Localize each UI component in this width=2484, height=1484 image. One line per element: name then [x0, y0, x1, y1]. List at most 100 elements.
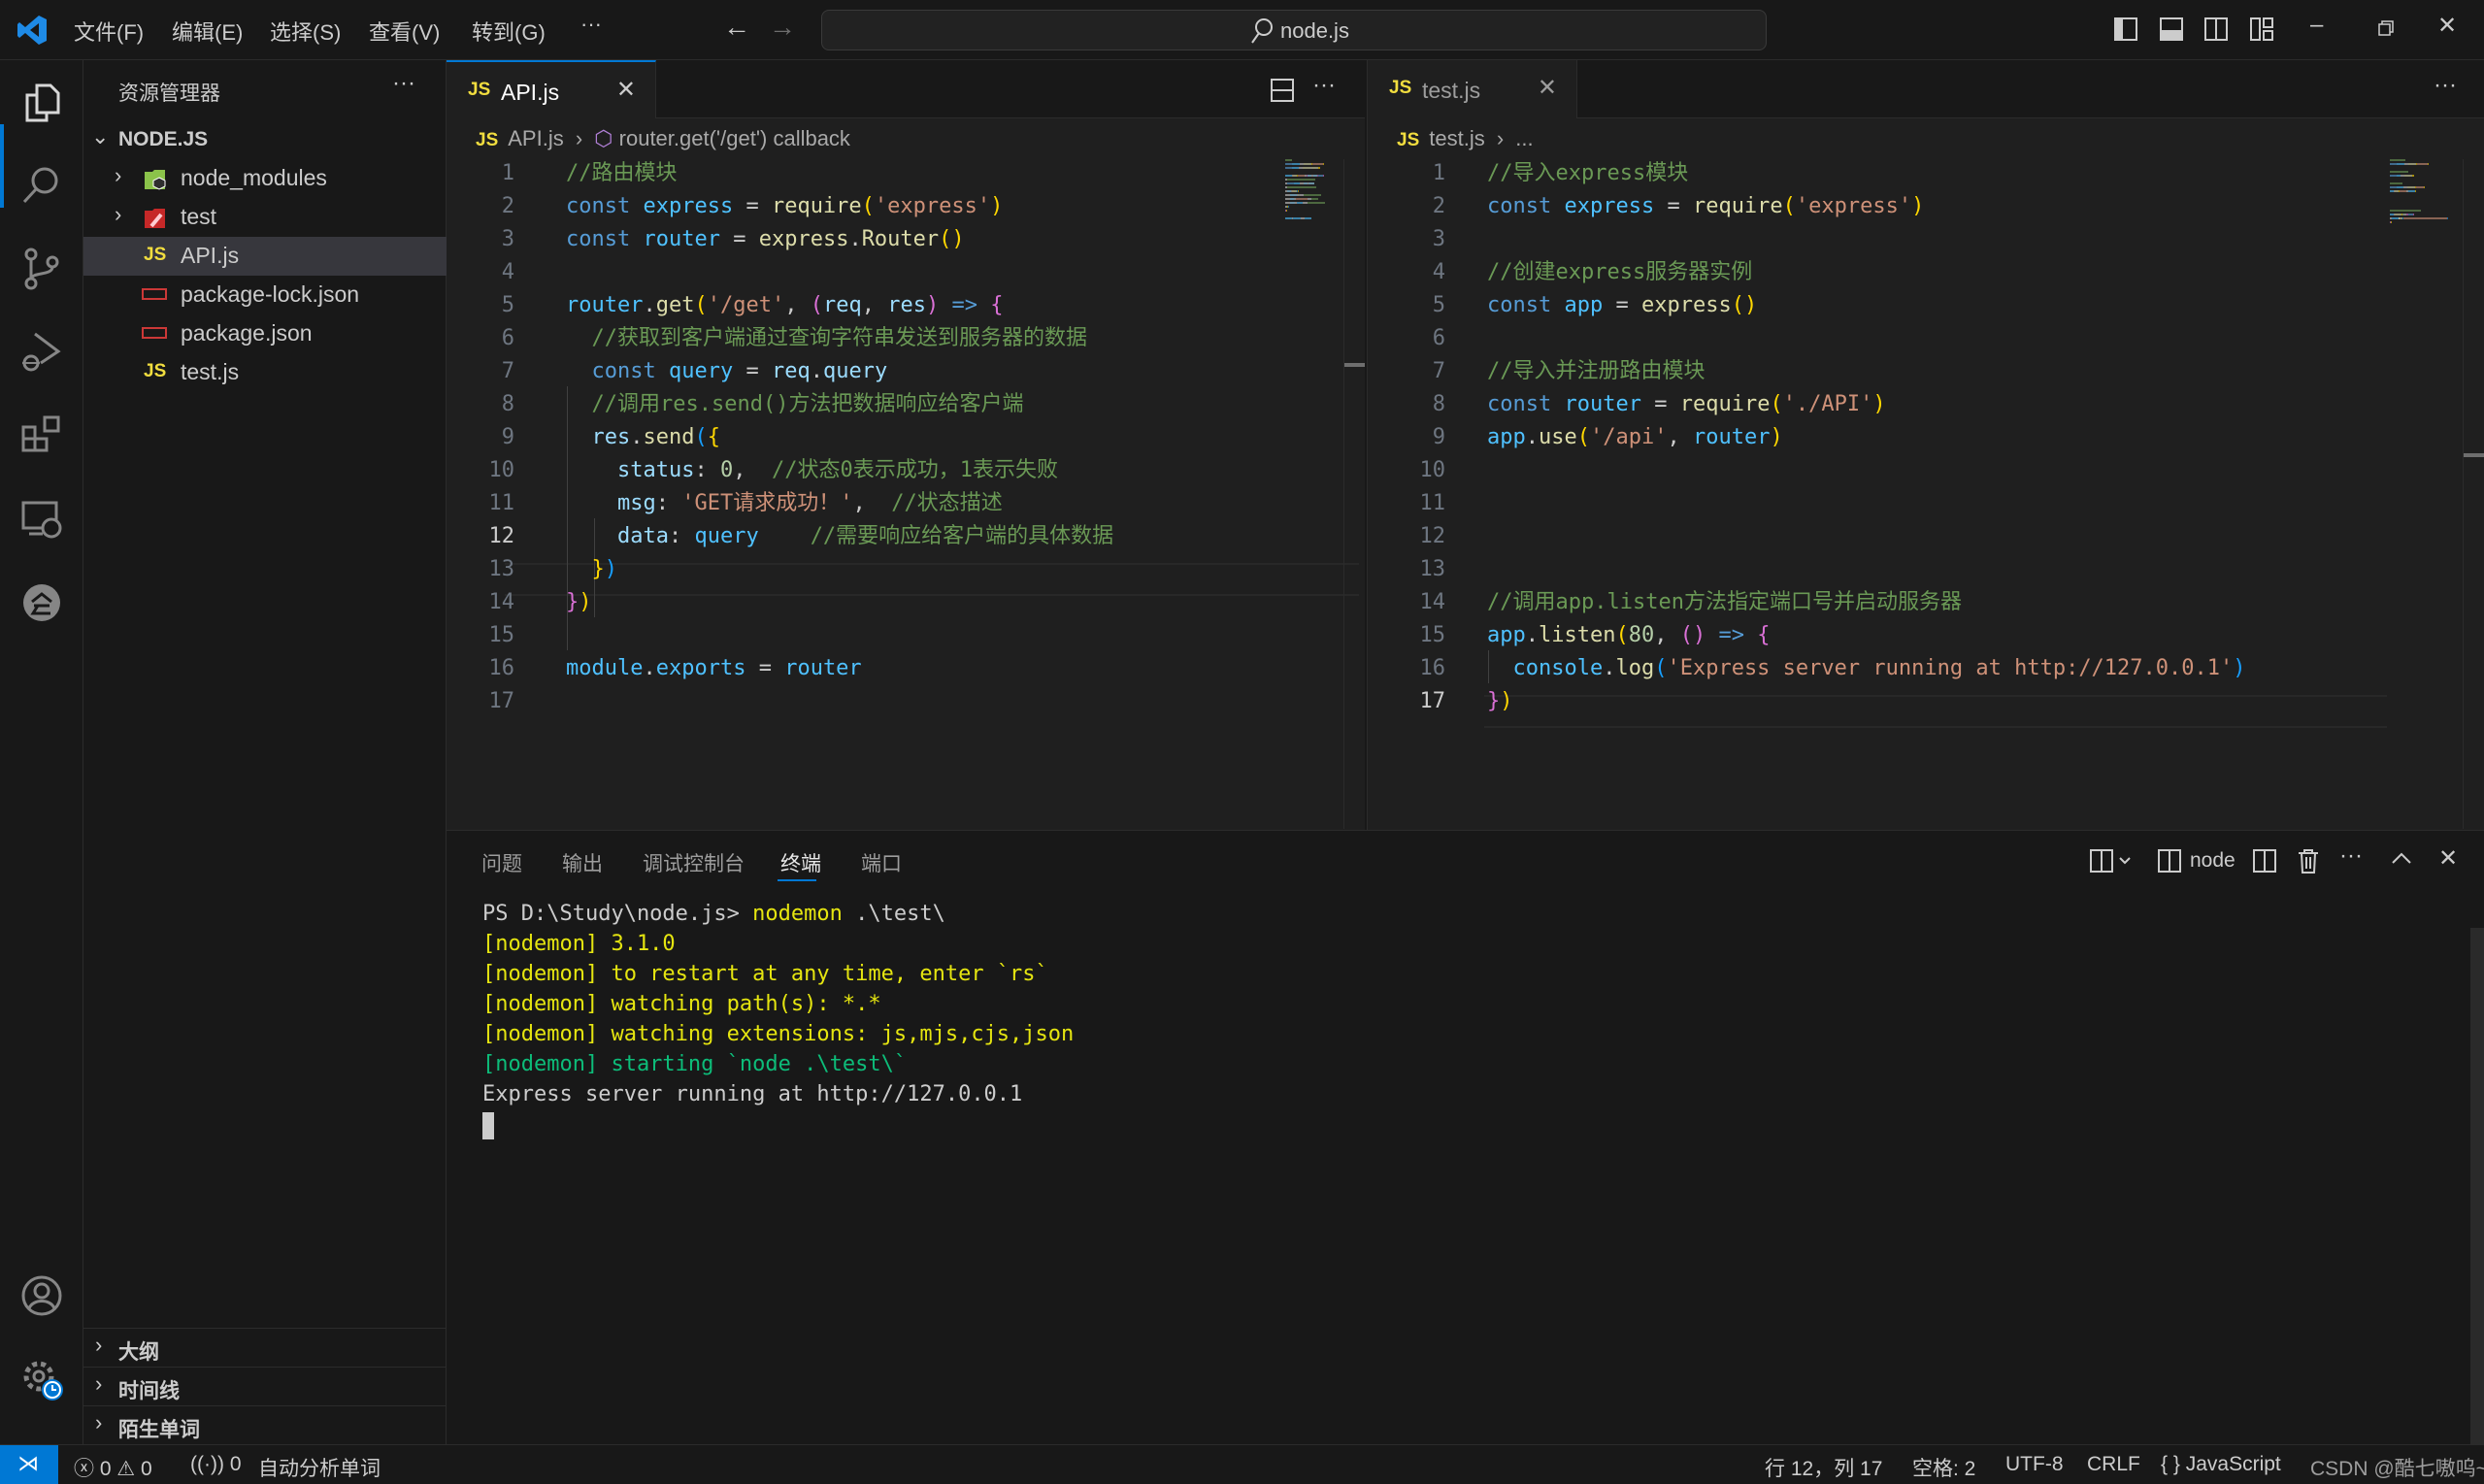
code-line[interactable]: 1 //路由模块: [447, 157, 1301, 190]
extensions-icon[interactable]: [19, 413, 64, 458]
restore-button[interactable]: [2377, 19, 2395, 37]
minimap[interactable]: [1285, 159, 1334, 225]
code-line[interactable]: 2 const express = require('express'): [447, 190, 1301, 223]
breadcrumb-file[interactable]: API.js: [508, 126, 563, 150]
code-line[interactable]: 10 status: 0, //状态0表示成功，1表示失败: [447, 454, 1301, 487]
menu-more-button[interactable]: ···: [580, 12, 602, 37]
code-line[interactable]: 3 const router = express.Router(): [447, 223, 1301, 256]
code-line[interactable]: 7 //导入并注册路由模块: [1368, 355, 2387, 388]
code-line[interactable]: 5 const app = express(): [1368, 289, 2387, 322]
split-editor-icon[interactable]: [1270, 78, 1295, 103]
panel-tab-output[interactable]: 输出: [562, 848, 603, 877]
minimap[interactable]: [2390, 159, 2448, 225]
terminal-instance-icon[interactable]: [2157, 848, 2182, 874]
minimize-button[interactable]: –: [2310, 12, 2323, 39]
scrollbar-thumb[interactable]: [2464, 453, 2484, 457]
editor-more-button[interactable]: ···: [1312, 72, 1336, 99]
code-line[interactable]: 13: [1368, 553, 2387, 586]
code-line[interactable]: 3: [1368, 223, 2387, 256]
close-tab-icon[interactable]: ✕: [616, 76, 636, 104]
code-line[interactable]: 15: [447, 619, 1301, 652]
end-of-line[interactable]: CRLF: [2087, 1453, 2140, 1476]
scrollbar-track[interactable]: [2463, 159, 2464, 829]
tree-item-package-lock-json[interactable]: package-lock.json: [83, 276, 447, 314]
trash-icon[interactable]: [2297, 847, 2320, 874]
explorer-icon[interactable]: [19, 80, 64, 124]
code-line[interactable]: 5 router.get('/get', (req, res) => {: [447, 289, 1301, 322]
code-line[interactable]: 6: [1368, 322, 2387, 355]
tree-item-node-modules[interactable]: › node_modules: [83, 159, 447, 198]
panel-tab-debug-console[interactable]: 调试控制台: [643, 848, 745, 877]
run-debug-icon[interactable]: [19, 330, 64, 375]
menu-edit[interactable]: 编辑(E): [172, 16, 243, 47]
scrollbar-thumb[interactable]: [1344, 363, 1365, 367]
language-mode[interactable]: { } JavaScript: [2161, 1453, 2281, 1476]
code-line[interactable]: 4: [447, 256, 1301, 289]
code-editor-api-js[interactable]: 1 //路由模块 2 const express = require('express…: [447, 157, 1301, 718]
code-line[interactable]: 14 //调用app.listen方法指定端口号并启动服务器: [1368, 586, 2387, 619]
tree-item-package-json[interactable]: package.json: [83, 314, 447, 353]
toggle-primary-sidebar-icon[interactable]: [2113, 16, 2138, 42]
encoding[interactable]: UTF-8: [2005, 1453, 2064, 1476]
terminal-output[interactable]: PS D:\Study\node.js> nodemon .\test\ [nod…: [482, 899, 1074, 1109]
breadcrumb-symbol[interactable]: router.get('/get') callback: [619, 126, 850, 150]
menu-go[interactable]: 转到(G): [472, 16, 546, 47]
sidebar-more-button[interactable]: ···: [392, 70, 415, 97]
search-sidebar-icon[interactable]: [19, 163, 64, 208]
manage-gear-icon[interactable]: [19, 1357, 64, 1402]
code-editor-test-js[interactable]: 1 //导入express模块 2 const express = require('…: [1368, 157, 2387, 718]
code-line[interactable]: 10: [1368, 454, 2387, 487]
tab-api-js[interactable]: JS API.js ✕: [447, 60, 656, 118]
terminal-name[interactable]: node: [2190, 849, 2236, 873]
menu-file[interactable]: 文件(F): [74, 16, 144, 47]
code-line[interactable]: 16 module.exports = router: [447, 652, 1301, 685]
indentation[interactable]: 空格: 2: [1912, 1453, 1975, 1482]
code-line[interactable]: 1 //导入express模块: [1368, 157, 2387, 190]
remote-indicator-button[interactable]: ⋊: [0, 1445, 58, 1484]
analyze-words-button[interactable]: 自动分析单词: [258, 1453, 381, 1482]
close-window-button[interactable]: ✕: [2437, 12, 2457, 40]
code-line[interactable]: 9 app.use('/api', router): [1368, 421, 2387, 454]
tree-item-test[interactable]: › test: [83, 198, 447, 237]
code-line[interactable]: 12 data: query //需要响应给客户端的具体数据: [447, 520, 1301, 553]
account-icon[interactable]: [19, 1273, 64, 1318]
customize-layout-icon[interactable]: [2249, 16, 2274, 42]
code-line[interactable]: 9 res.send({: [447, 421, 1301, 454]
menu-selection[interactable]: 选择(S): [270, 16, 341, 47]
toggle-panel-icon[interactable]: [2159, 16, 2184, 42]
new-terminal-split-icon[interactable]: [2089, 848, 2136, 874]
cursor-position[interactable]: 行 12，列 17: [1765, 1453, 1882, 1482]
errors-indicator[interactable]: ⓧ 0 ⚠ 0: [74, 1453, 152, 1482]
code-line[interactable]: 16 console.log('Express server running a…: [1368, 652, 2387, 685]
panel-tab-problems[interactable]: 问题: [481, 848, 522, 877]
tree-root-nodejs[interactable]: ⌄ NODE.JS: [83, 120, 447, 159]
tree-item-api-js[interactable]: JS API.js: [83, 237, 447, 276]
panel-more-button[interactable]: ···: [2339, 842, 2363, 870]
back-arrow-icon[interactable]: ←: [723, 12, 750, 43]
code-line[interactable]: 7 const query = req.query: [447, 355, 1301, 388]
section-timeline[interactable]: › 时间线: [83, 1367, 447, 1405]
forward-arrow-icon[interactable]: →: [769, 12, 796, 43]
breadcrumb-symbol[interactable]: ...: [1515, 126, 1533, 150]
remote-explorer-icon[interactable]: [19, 497, 64, 542]
breadcrumb-file[interactable]: test.js: [1429, 126, 1484, 150]
code-line[interactable]: 11: [1368, 487, 2387, 520]
code-line[interactable]: 2 const express = require('express'): [1368, 190, 2387, 223]
code-line[interactable]: 6 //获取到客户端通过查询字符串发送到服务器的数据: [447, 322, 1301, 355]
code-line[interactable]: 17: [447, 685, 1301, 718]
command-center-search[interactable]: node.js: [821, 10, 1767, 50]
code-line[interactable]: 8 const router = require('./API'): [1368, 388, 2387, 421]
close-panel-icon[interactable]: ✕: [2438, 844, 2458, 873]
code-line[interactable]: 11 msg: 'GET请求成功！', //状态描述: [447, 487, 1301, 520]
extension-cloud-icon[interactable]: [19, 580, 64, 625]
section-outline[interactable]: › 大纲: [83, 1328, 447, 1367]
split-terminal-icon[interactable]: [2252, 848, 2277, 874]
editor-more-button[interactable]: ···: [2434, 72, 2457, 99]
ports-indicator[interactable]: ((·)) 0: [190, 1453, 242, 1476]
code-line[interactable]: 13 }): [447, 553, 1301, 586]
source-control-icon[interactable]: [19, 247, 64, 291]
tab-test-js[interactable]: JS test.js ✕: [1368, 60, 1577, 118]
tree-item-test-js[interactable]: JS test.js: [83, 353, 447, 392]
terminal-scrollbar[interactable]: [2470, 928, 2484, 1445]
code-line[interactable]: 8 //调用res.send()方法把数据响应给客户端: [447, 388, 1301, 421]
